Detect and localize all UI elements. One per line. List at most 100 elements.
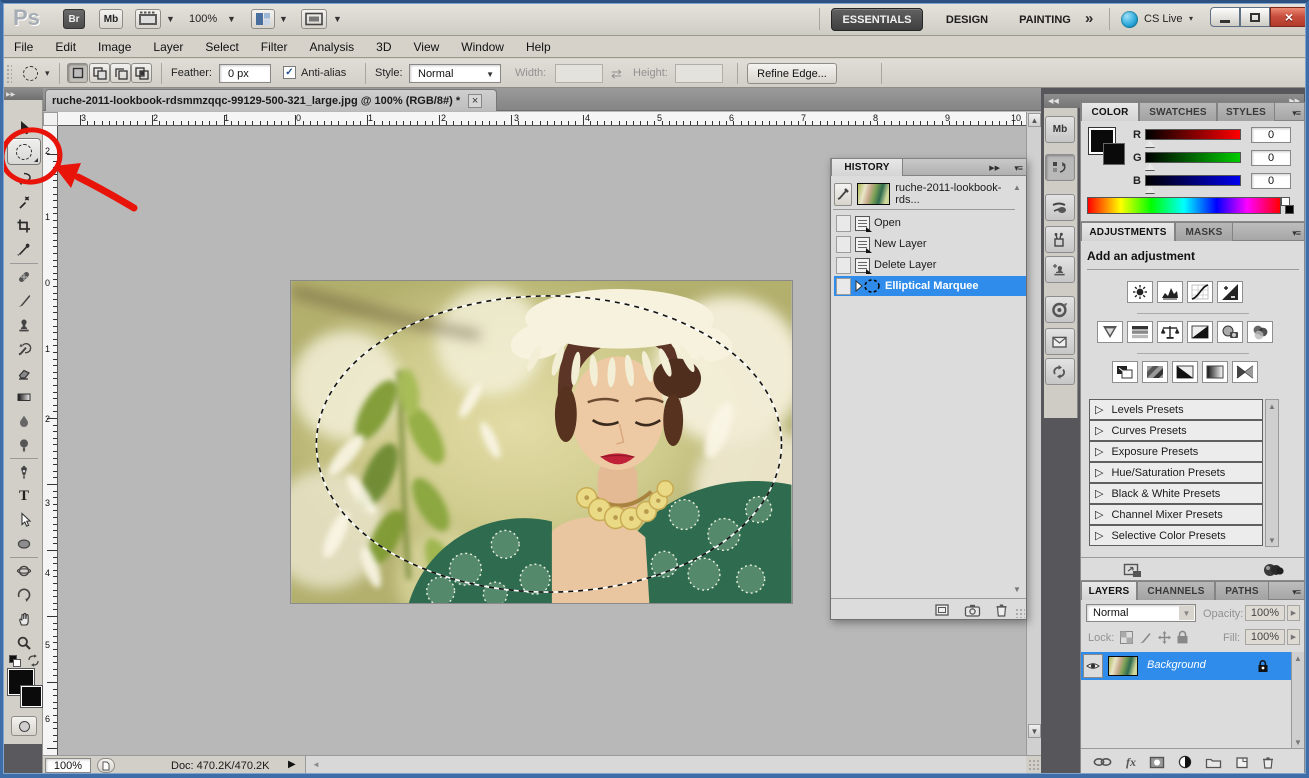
- brush-tool[interactable]: [8, 290, 40, 312]
- zoom-dropdown-arrow[interactable]: ▼: [227, 14, 236, 24]
- vscroll-down-arrow[interactable]: ▼: [1028, 724, 1041, 738]
- minimize-button[interactable]: [1210, 7, 1240, 27]
- zoom-tool[interactable]: [8, 632, 40, 654]
- layers-scroll-up[interactable]: ▲: [1292, 652, 1304, 664]
- history-state-checkbox[interactable]: [836, 278, 851, 295]
- clone-stamp-tool[interactable]: [8, 314, 40, 336]
- bridge-button[interactable]: Br: [63, 9, 85, 29]
- blend-mode-arrow[interactable]: ▼: [1179, 606, 1194, 620]
- channel-g-value[interactable]: 0: [1251, 150, 1291, 166]
- layers-flyout-menu[interactable]: ▾≡: [1292, 587, 1300, 598]
- color-balance-adjustment[interactable]: [1157, 321, 1183, 343]
- color-background-swatch[interactable]: [1103, 143, 1125, 165]
- workspace-painting[interactable]: PAINTING: [1009, 8, 1081, 31]
- lock-pixels-button[interactable]: [1138, 630, 1153, 645]
- feather-input[interactable]: 0 px: [219, 64, 271, 83]
- vibrance-adjustment[interactable]: [1097, 321, 1123, 343]
- horizontal-ruler[interactable]: 3 2 1 0 1 2 3 4 5 6 7 8 9 10: [58, 112, 1026, 126]
- antialias-checkbox[interactable]: ✓: [283, 66, 296, 79]
- canvas-vscrollbar[interactable]: ▲ ▼: [1026, 112, 1042, 755]
- history-collapse-icon[interactable]: ▶▶: [989, 164, 1000, 172]
- 3d-orbit-tool[interactable]: [8, 584, 40, 606]
- tab-adjustments[interactable]: ADJUSTMENTS: [1081, 222, 1175, 241]
- style-select[interactable]: Normal ▼: [409, 64, 501, 83]
- menu-edit[interactable]: Edit: [44, 40, 87, 54]
- toolbox-collapse[interactable]: ▶▶: [3, 88, 43, 100]
- layers-scrollbar[interactable]: ▲ ▼: [1291, 652, 1304, 748]
- 3d-rotate-tool[interactable]: [8, 560, 40, 582]
- delete-state-button[interactable]: [995, 603, 1008, 617]
- delete-layer-button[interactable]: [1262, 756, 1274, 769]
- disclosure-icon[interactable]: ▷: [1095, 466, 1103, 479]
- direct-selection-tool[interactable]: [8, 509, 40, 531]
- swap-colors-icon[interactable]: [27, 654, 40, 667]
- preset-levels[interactable]: ▷Levels Presets: [1089, 399, 1263, 420]
- dock-notes-button[interactable]: [1045, 328, 1075, 355]
- vertical-ruler[interactable]: 2 1 0 1 2 3 4 5 6: [43, 126, 58, 755]
- dock-history-button[interactable]: [1045, 154, 1075, 181]
- pen-tool[interactable]: [8, 461, 40, 483]
- dock-brush-presets-button[interactable]: [1045, 194, 1075, 221]
- channel-g-slider[interactable]: [1145, 152, 1241, 163]
- elliptical-marquee-tool[interactable]: [7, 138, 41, 165]
- lock-position-button[interactable]: [1157, 630, 1172, 645]
- canvas-resize-grip[interactable]: [1028, 759, 1041, 772]
- menu-3d[interactable]: 3D: [365, 40, 402, 54]
- link-layers-button[interactable]: [1093, 756, 1113, 768]
- black-white-adjustment[interactable]: [1187, 321, 1213, 343]
- type-tool[interactable]: T: [8, 485, 40, 507]
- posterize-adjustment[interactable]: [1142, 361, 1168, 383]
- document-tab-close[interactable]: ×: [468, 94, 482, 108]
- preset-scrollbar[interactable]: ▲ ▼: [1265, 399, 1279, 547]
- menu-layer[interactable]: Layer: [142, 40, 194, 54]
- channel-r-slider[interactable]: [1145, 129, 1241, 140]
- history-state-checkbox[interactable]: [836, 236, 851, 253]
- history-state-checkbox[interactable]: [836, 215, 851, 232]
- dock-kuler-button[interactable]: [1045, 296, 1075, 323]
- crop-tool[interactable]: [8, 215, 40, 237]
- canvas-hscrollbar[interactable]: ◄: [305, 756, 1026, 774]
- cs-live-label[interactable]: CS Live: [1144, 13, 1183, 25]
- channel-b-value[interactable]: 0: [1251, 173, 1291, 189]
- history-snapshot-thumbnail[interactable]: [857, 183, 890, 205]
- brightness-contrast-adjustment[interactable]: [1127, 281, 1153, 303]
- filmstrip-dropdown-arrow[interactable]: ▼: [166, 14, 175, 24]
- cs-live-dropdown[interactable]: ▾: [1189, 14, 1193, 23]
- history-brush-source-well[interactable]: [834, 183, 852, 206]
- history-state-elliptical-marquee[interactable]: Elliptical Marquee: [834, 276, 1026, 296]
- layer-name[interactable]: Background: [1147, 659, 1206, 671]
- dock-layer-comps-button[interactable]: [1045, 358, 1075, 385]
- disclosure-icon[interactable]: ▷: [1095, 424, 1103, 437]
- history-state-open[interactable]: Open: [834, 213, 1014, 233]
- status-zoom-field[interactable]: 100%: [45, 758, 91, 773]
- layers-scroll-down[interactable]: ▼: [1292, 736, 1304, 748]
- dock-mini-bridge-button[interactable]: Mb: [1045, 116, 1075, 143]
- history-resize-grip[interactable]: [1015, 608, 1025, 618]
- preset-curves[interactable]: ▷Curves Presets: [1089, 420, 1263, 441]
- channel-r-thumb[interactable]: [1145, 140, 1155, 147]
- lock-all-button[interactable]: [1176, 630, 1189, 645]
- exposure-adjustment[interactable]: [1217, 281, 1243, 303]
- history-panel-header[interactable]: HISTORY ▶▶ ▾≡: [830, 158, 1027, 176]
- history-tab[interactable]: HISTORY: [831, 158, 903, 176]
- tab-masks[interactable]: MASKS: [1175, 222, 1233, 241]
- screen-mode-dropdown-arrow[interactable]: ▼: [333, 14, 342, 24]
- history-scroll-down[interactable]: ▼: [1011, 583, 1023, 595]
- disclosure-icon[interactable]: ▷: [1095, 403, 1103, 416]
- color-flyout-menu[interactable]: ▾≡: [1292, 108, 1300, 119]
- opacity-field[interactable]: 100%: [1245, 605, 1285, 621]
- quick-selection-tool[interactable]: [8, 192, 40, 214]
- disclosure-icon[interactable]: ▷: [1095, 529, 1103, 542]
- color-spectrum-ramp[interactable]: [1087, 197, 1281, 214]
- blur-tool[interactable]: [8, 410, 40, 432]
- tab-color[interactable]: COLOR: [1081, 102, 1139, 121]
- history-flyout-menu[interactable]: ▾≡: [1014, 163, 1022, 174]
- selection-mode-new[interactable]: [67, 63, 88, 83]
- levels-adjustment[interactable]: [1157, 281, 1183, 303]
- preset-exposure[interactable]: ▷Exposure Presets: [1089, 441, 1263, 462]
- hue-saturation-adjustment[interactable]: [1127, 321, 1153, 343]
- lasso-tool[interactable]: [8, 168, 40, 190]
- close-button[interactable]: ×: [1270, 7, 1308, 27]
- preset-black-white[interactable]: ▷Black & White Presets: [1089, 483, 1263, 504]
- preset-channel-mixer[interactable]: ▷Channel Mixer Presets: [1089, 504, 1263, 525]
